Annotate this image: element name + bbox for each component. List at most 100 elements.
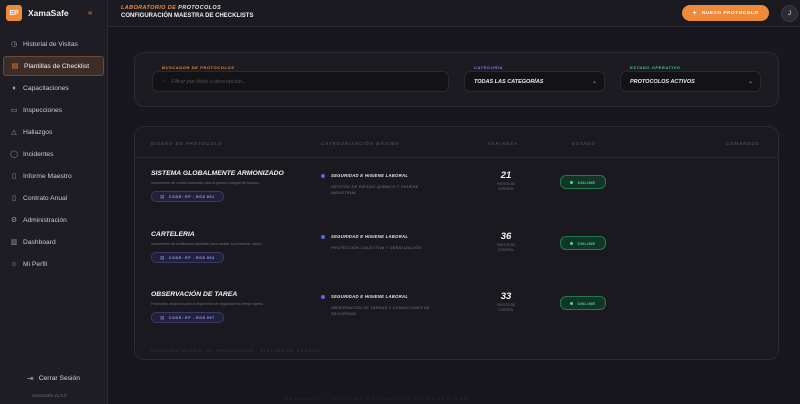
top-header: LABORATORIO DE PROTOCOLOS CONFIGURACIÓN … (108, 0, 800, 27)
search-icon: ⌕ (162, 78, 166, 84)
protocol-code: CODE: EP - RG8 891 (168, 194, 215, 199)
variance-count: 33 (500, 291, 512, 302)
category-dot (321, 235, 325, 239)
sidebar-item-informe[interactable]: ▯ Informe Maestro (3, 166, 104, 186)
subcategory-name: OBSERVACIÓN DE TAREAS Y CONDICIONES DE S… (331, 306, 430, 316)
plus-icon: + (692, 9, 697, 17)
brand-name: XamaSafe (28, 8, 69, 18)
checklist-icon: ▤ (11, 63, 19, 70)
sidebar-item-hallazgos[interactable]: △ Hallazgos (3, 122, 104, 142)
logout-button[interactable]: ⇥ Cerrar Sesión (27, 374, 80, 383)
graduation-cap-icon: ♦ (12, 84, 16, 92)
clipboard-icon: ▭ (10, 107, 18, 114)
protocol-code-badge: ▤ CODE: EP - RG8 891 (151, 191, 224, 202)
table-footer: REGISTRO GLOBAL DE PROTOCOLOS · SISTEMA … (151, 348, 322, 353)
status-dot (570, 180, 574, 184)
sidebar-item-historial[interactable]: ◷ Historial de Visitas (3, 34, 104, 54)
status-label: ESTADO OPERATIVO (630, 65, 681, 70)
category-name: SEGURIDAD E HIGIENE LABORAL (331, 234, 409, 239)
page-title-part-b: PROTOCOLOS (178, 5, 222, 11)
status-text: ONLINE (577, 179, 596, 185)
column-header: DISEÑO DE PROTOCOLO (151, 141, 223, 146)
chart-icon: ▥ (10, 239, 18, 246)
new-protocol-label: NUEVO PROTOCOLO (701, 10, 759, 16)
history-icon: ◷ (10, 41, 18, 48)
sidebar-item-inspecciones[interactable]: ▭ Inspecciones (3, 100, 104, 120)
search-input[interactable]: ⌕ Filtrar por título o descripción... (152, 71, 449, 92)
protocols-table: DISEÑO DE PROTOCOLO CATEGORIZACIÓN MÁXIM… (134, 126, 779, 360)
document-icon: ▤ (160, 314, 165, 320)
sidebar-item-label: Capacitaciones (23, 84, 69, 92)
avatar[interactable]: J (781, 5, 798, 22)
document-icon: ▯ (12, 173, 16, 180)
warning-icon: △ (11, 129, 17, 136)
table-row[interactable]: SISTEMA GLOBALMENTE ARMONIZADO Instrumen… (135, 170, 778, 230)
column-header: VARIANZA (488, 141, 518, 146)
status-text: ONLINE (577, 300, 596, 306)
variance-label: PUNTOS DE CONTROL (496, 182, 516, 191)
sidebar-item-dashboard[interactable]: ▥ Dashboard (3, 232, 104, 252)
status-badge: ONLINE (560, 175, 606, 189)
new-protocol-button[interactable]: + NUEVO PROTOCOLO (682, 5, 769, 21)
status-value: PROTOCOLOS ACTIVOS (630, 78, 695, 85)
sidebar-item-label: Inspecciones (23, 106, 63, 114)
alert-circle-icon: ◯ (10, 151, 18, 158)
status-text: ONLINE (577, 240, 596, 246)
category-name: SEGURIDAD E HIGIENE LABORAL (331, 294, 409, 299)
status-select[interactable]: PROTOCOLOS ACTIVOS ⌄ (620, 71, 761, 92)
sidebar-item-label: Incidentes (23, 150, 54, 158)
gear-icon: ⚙ (10, 217, 18, 224)
category-dot (321, 295, 325, 299)
status-badge: ONLINE (560, 236, 606, 250)
sidebar-item-perfil[interactable]: ☺ Mi Perfil (3, 254, 104, 274)
category-dot (321, 174, 325, 178)
variance-label: PUNTOS DE CONTROL (496, 243, 516, 252)
protocol-code: CODE: EP - RG8 993 (168, 255, 215, 260)
document-icon: ▤ (160, 193, 165, 199)
page-subtitle: CONFIGURACIÓN MAESTRA DE CHECKLISTS (121, 13, 254, 19)
brand[interactable]: EP XamaSafe (6, 5, 69, 21)
brand-logo: EP (6, 5, 22, 21)
category-label: CATEGORÍA (474, 65, 504, 70)
sidebar-item-label: Informe Maestro (23, 172, 72, 180)
file-icon: ▯ (12, 195, 16, 202)
page-footer: XAMASAFE · SISTEMA DE GESTIÓN DE SEGURID… (285, 396, 470, 401)
document-icon: ▤ (160, 254, 165, 260)
filters-panel: BUSCADOR DE PROTOCOLOS ⌕ Filtrar por tít… (134, 52, 779, 107)
page-title: LABORATORIO DE PROTOCOLOS (121, 5, 221, 11)
search-label: BUSCADOR DE PROTOCOLOS (162, 65, 235, 70)
sidebar-nav: ◷ Historial de Visitas ▤ Plantillas de C… (3, 34, 104, 276)
sidebar-item-contrato[interactable]: ▯ Contrato Anual (3, 188, 104, 208)
sidebar-item-label: Historial de Visitas (23, 40, 78, 48)
status-dot (570, 301, 574, 305)
sidebar-item-capacitaciones[interactable]: ♦ Capacitaciones (3, 78, 104, 98)
column-header: COMANDOS (726, 141, 760, 146)
sidebar-item-label: Hallazgos (23, 128, 53, 136)
category-select[interactable]: TODAS LAS CATEGORÍAS ⌄ (464, 71, 605, 92)
app-version: XamaSafe v1.0.0 (32, 393, 67, 398)
protocol-name: SISTEMA GLOBALMENTE ARMONIZADO (151, 170, 284, 177)
user-icon: ☺ (10, 260, 18, 268)
protocol-name: CARTELERIA (151, 231, 195, 238)
sidebar-item-incidentes[interactable]: ◯ Incidentes (3, 144, 104, 164)
sidebar-item-label: Plantillas de Checklist (24, 62, 90, 70)
table-row[interactable]: OBSERVACIÓN DE TAREA Formulario dinámico… (135, 291, 778, 351)
variance-label: PUNTOS DE CONTROL (496, 303, 516, 312)
double-chevron-left-icon[interactable]: « (88, 8, 92, 17)
table-row[interactable]: CARTELERIA Instrumento de verificación d… (135, 231, 778, 291)
chevron-down-icon: ⌄ (747, 79, 753, 85)
search-placeholder: Filtrar por título o descripción... (171, 78, 247, 85)
protocol-code-badge: ▤ CODE: EP - RG8 993 (151, 252, 224, 263)
column-header: ESTADO (572, 141, 596, 146)
protocol-code: CODE: EP - RG8 997 (168, 315, 215, 320)
column-header: CATEGORIZACIÓN MÁXIMA (321, 141, 400, 146)
protocol-name: OBSERVACIÓN DE TAREA (151, 291, 238, 298)
sidebar-item-label: Dashboard (23, 238, 56, 246)
protocol-description: Formulario dinámico para la inspección d… (151, 302, 266, 306)
sidebar-item-administracion[interactable]: ⚙ Administración (3, 210, 104, 230)
sidebar-item-plantillas[interactable]: ▤ Plantillas de Checklist (3, 56, 104, 76)
status-badge: ONLINE (560, 296, 606, 310)
variance-count: 36 (500, 231, 512, 242)
protocol-description: Instrumento de control avanzado para la … (151, 181, 263, 185)
subcategory-name: GESTIÓN DE RIESGO QUÍMICO Y HIGIENE INDU… (331, 185, 419, 195)
